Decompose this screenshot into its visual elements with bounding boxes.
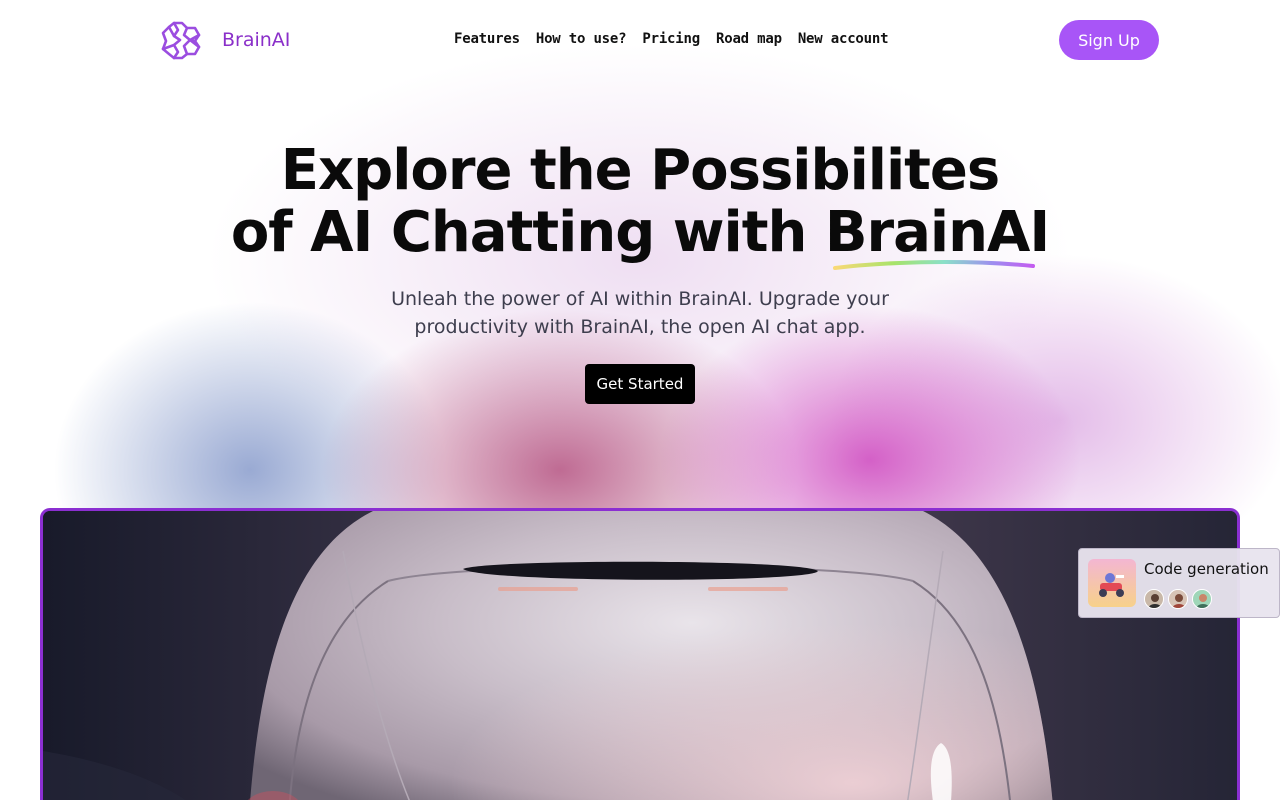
hero-headline: Explore the Possibilites of AI Chatting … — [0, 140, 1280, 264]
nav-features[interactable]: Features — [454, 31, 520, 47]
avatar — [1168, 589, 1188, 609]
card-title: Code generation — [1144, 560, 1269, 578]
avatar-group — [1144, 589, 1216, 609]
nav-how-to-use[interactable]: How to use? — [536, 31, 627, 47]
robot-head-image — [43, 511, 1237, 800]
showcase-frame — [40, 508, 1240, 800]
kart-illustration — [1088, 559, 1136, 607]
nav-new-account[interactable]: New account — [798, 31, 889, 47]
headline-line-1: Explore the Possibilites — [280, 138, 1000, 203]
main-menu: Features How to use? Pricing Road map Ne… — [454, 31, 904, 47]
headline-highlight: BrainAI — [824, 200, 1050, 265]
brand-logo[interactable]: BrainAI — [160, 19, 290, 61]
avatar — [1144, 589, 1164, 609]
landing-page: BrainAI Features How to use? Pricing Roa… — [0, 0, 1280, 800]
hero-subtitle: Unleah the power of AI within BrainAI. U… — [391, 288, 889, 338]
rainbow-underline — [833, 260, 1035, 270]
code-generation-card[interactable]: Code generation — [1078, 548, 1280, 618]
top-nav: BrainAI Features How to use? Pricing Roa… — [0, 0, 1280, 80]
sign-up-button[interactable]: Sign Up — [1059, 20, 1159, 60]
nav-pricing[interactable]: Pricing — [642, 31, 700, 47]
get-started-button[interactable]: Get Started — [585, 364, 695, 404]
nav-road-map[interactable]: Road map — [716, 31, 782, 47]
brand-name: BrainAI — [222, 29, 291, 51]
avatar — [1192, 589, 1212, 609]
headline-line-2: of AI Chatting with — [230, 200, 825, 265]
brain-network-icon — [161, 21, 201, 60]
